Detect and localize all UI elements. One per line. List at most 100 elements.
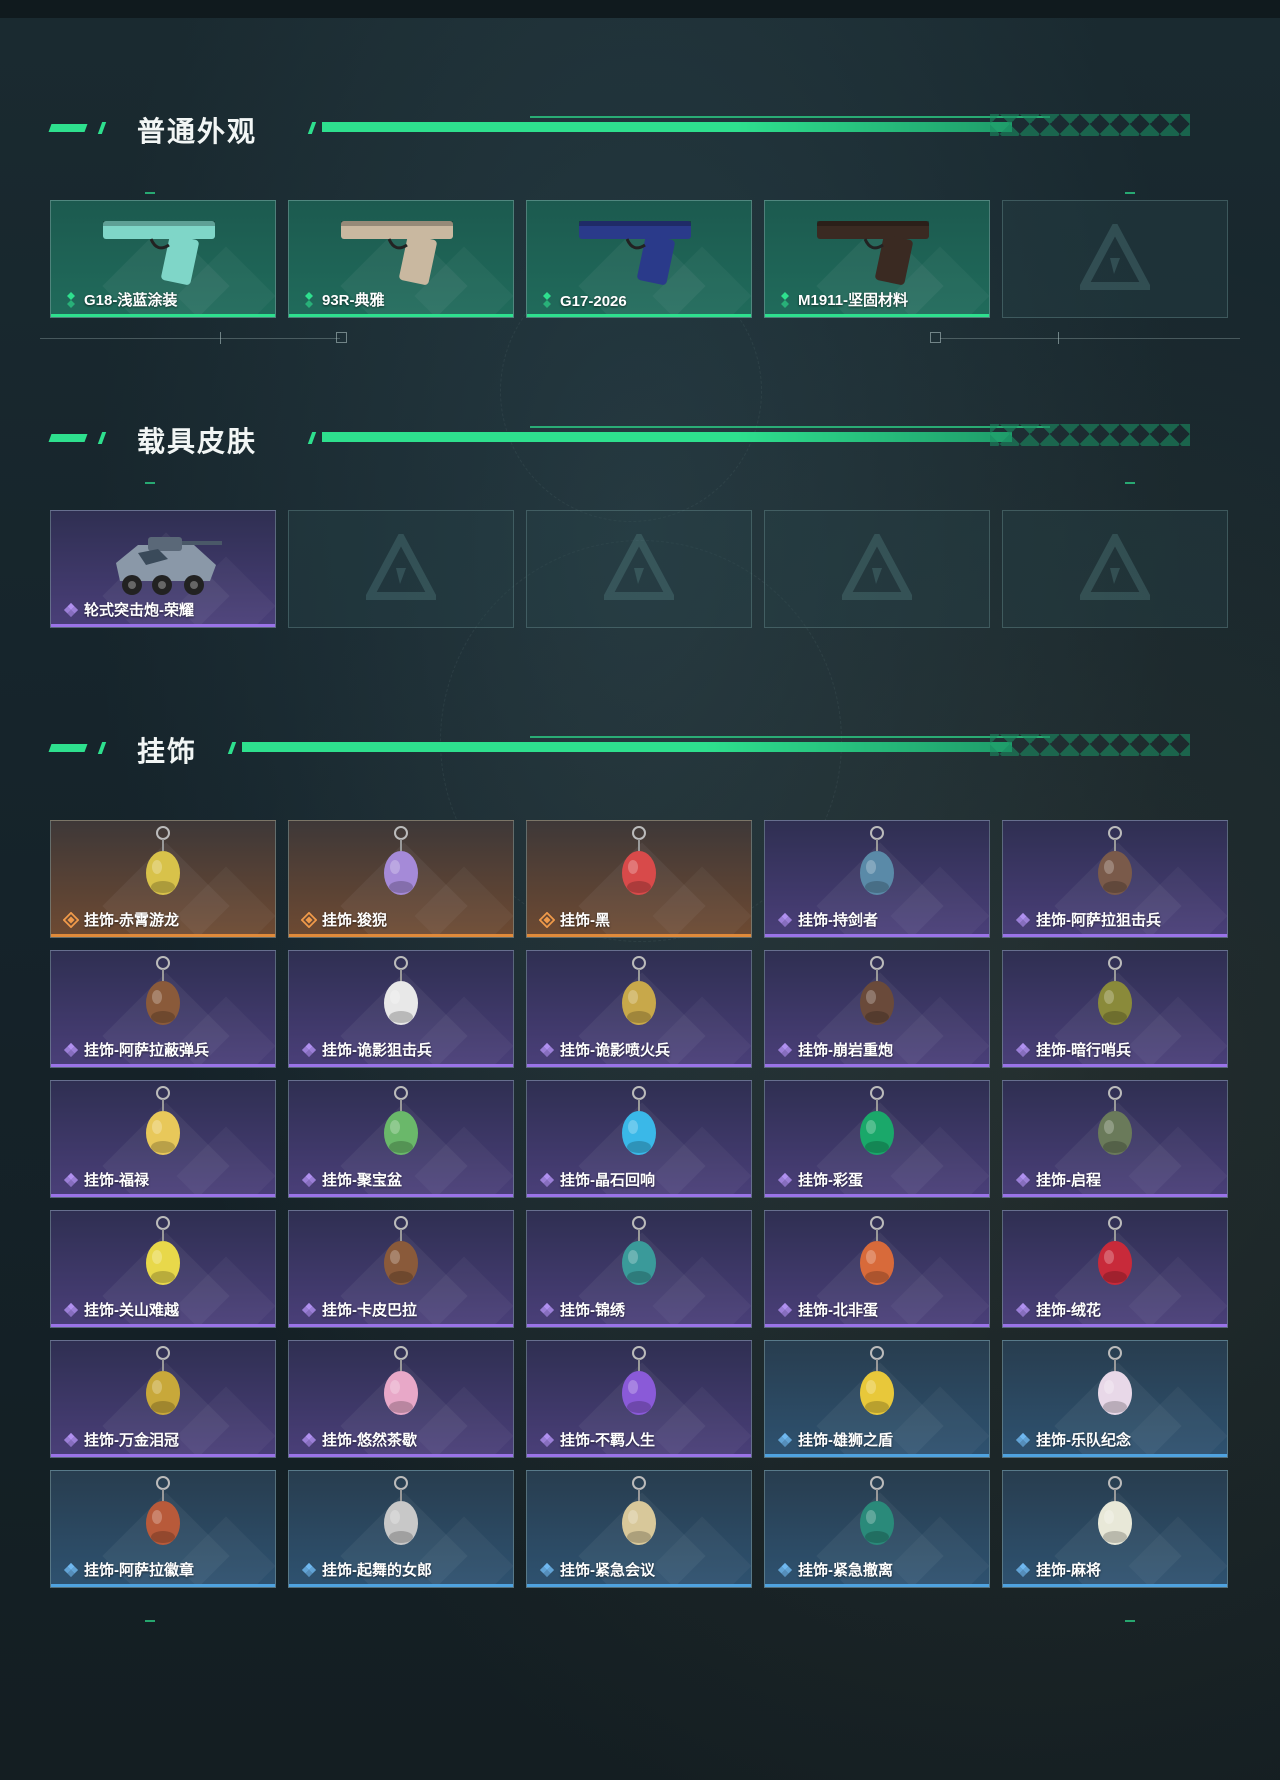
charm-icon — [622, 1216, 656, 1285]
item-label: 挂饰-诡影狙击兵 — [322, 1042, 432, 1059]
rarity-purple-icon — [777, 1172, 793, 1188]
pistol-icon — [341, 221, 453, 285]
rarity-purple-icon — [539, 1042, 555, 1058]
item-card[interactable]: 挂饰-雄狮之盾 — [764, 1340, 990, 1458]
rarity-bar — [765, 1454, 989, 1457]
item-card[interactable]: 挂饰-紧急会议 — [526, 1470, 752, 1588]
charm-icon — [146, 1346, 180, 1415]
charm-icon — [860, 1086, 894, 1155]
rarity-green-icon — [67, 292, 75, 308]
item-card[interactable]: 挂饰-万金泪冠 — [50, 1340, 276, 1458]
item-card[interactable]: 挂饰-聚宝盆 — [288, 1080, 514, 1198]
charm-icon — [146, 1216, 180, 1285]
item-card[interactable]: 挂饰-暗行哨兵 — [1002, 950, 1228, 1068]
header-dash — [48, 124, 88, 132]
rarity-purple-icon — [539, 1432, 555, 1448]
rarity-bar — [527, 1194, 751, 1197]
rarity-orange-icon — [63, 912, 79, 928]
item-label: 挂饰-启程 — [1036, 1172, 1101, 1189]
charm-icon — [1098, 1086, 1132, 1155]
item-card[interactable]: 挂饰-紧急撤离 — [764, 1470, 990, 1588]
charm-icon — [384, 1216, 418, 1285]
rarity-purple-icon — [301, 1302, 317, 1318]
section-header-skins: 普通外观 — [48, 108, 1200, 148]
corner-mark — [145, 1620, 155, 1622]
item-label: 挂饰-麻将 — [1036, 1562, 1101, 1579]
item-label: 挂饰-乐队纪念 — [1036, 1432, 1131, 1449]
item-card[interactable]: 挂饰-诡影狙击兵 — [288, 950, 514, 1068]
charm-icon — [622, 956, 656, 1025]
item-card[interactable]: 挂饰-启程 — [1002, 1080, 1228, 1198]
item-card[interactable]: 挂饰-不羁人生 — [526, 1340, 752, 1458]
item-card[interactable]: 挂饰-绒花 — [1002, 1210, 1228, 1328]
rarity-purple-icon — [1015, 912, 1031, 928]
item-card[interactable]: 挂饰-持剑者 — [764, 820, 990, 938]
charm-icon — [1098, 1476, 1132, 1545]
charm-icon — [384, 956, 418, 1025]
item-label: 挂饰-持剑者 — [798, 912, 878, 929]
item-label: G17-2026 — [560, 293, 627, 310]
rarity-purple-icon — [63, 1302, 79, 1318]
charm-icon — [622, 1346, 656, 1415]
item-label: 挂饰-彩蛋 — [798, 1172, 863, 1189]
item-card[interactable]: 挂饰-北非蛋 — [764, 1210, 990, 1328]
header-dash — [48, 434, 88, 442]
item-card[interactable]: 挂饰-阿萨拉徽章 — [50, 1470, 276, 1588]
charm-icon — [860, 1346, 894, 1415]
charm-icon — [384, 1086, 418, 1155]
header-thin-line — [530, 426, 1050, 428]
charm-icon — [860, 1476, 894, 1545]
rarity-bar — [1003, 1194, 1227, 1197]
rarity-blue-icon — [539, 1562, 555, 1578]
item-card[interactable]: 挂饰-崩岩重炮 — [764, 950, 990, 1068]
header-dash — [97, 122, 107, 134]
rarity-orange-icon — [301, 912, 317, 928]
item-card[interactable]: 挂饰-黑 — [526, 820, 752, 938]
header-dash — [48, 744, 88, 752]
rarity-bar — [289, 1584, 513, 1587]
item-card[interactable]: G18-浅蓝涂装 — [50, 200, 276, 318]
item-card[interactable]: 挂饰-锦绣 — [526, 1210, 752, 1328]
rarity-bar — [51, 1454, 275, 1457]
header-line — [322, 122, 1012, 132]
charm-icon — [860, 826, 894, 895]
rarity-blue-icon — [301, 1562, 317, 1578]
item-card[interactable]: 挂饰-乐队纪念 — [1002, 1340, 1228, 1458]
header-dash — [97, 432, 107, 444]
item-card[interactable]: 93R-典雅 — [288, 200, 514, 318]
item-card[interactable]: 挂饰-福禄 — [50, 1080, 276, 1198]
rarity-purple-icon — [63, 1172, 79, 1188]
item-label: 挂饰-绒花 — [1036, 1302, 1101, 1319]
rarity-bar — [51, 624, 275, 627]
item-label: 挂饰-起舞的女郎 — [322, 1562, 432, 1579]
item-card[interactable]: 挂饰-赤霄游龙 — [50, 820, 276, 938]
empty-slot — [1002, 510, 1228, 628]
section-title: 普通外观 — [137, 116, 258, 147]
item-label: 挂饰-锦绣 — [560, 1302, 625, 1319]
corner-mark — [145, 192, 155, 194]
rarity-bar — [51, 314, 275, 317]
item-card[interactable]: 轮式突击炮-荣耀 — [50, 510, 276, 628]
item-card[interactable]: 挂饰-起舞的女郎 — [288, 1470, 514, 1588]
header-thin-line — [530, 736, 1050, 738]
item-card[interactable]: 挂饰-晶石回响 — [526, 1080, 752, 1198]
item-card[interactable]: 挂饰-卡皮巴拉 — [288, 1210, 514, 1328]
item-card[interactable]: 挂饰-诡影喷火兵 — [526, 950, 752, 1068]
item-card[interactable]: 挂饰-阿萨拉蔽弹兵 — [50, 950, 276, 1068]
rarity-purple-icon — [63, 1432, 79, 1448]
rarity-purple-icon — [777, 1302, 793, 1318]
charm-icon — [146, 956, 180, 1025]
rarity-green-icon — [305, 292, 313, 308]
item-card[interactable]: 挂饰-彩蛋 — [764, 1080, 990, 1198]
item-card[interactable]: G17-2026 — [526, 200, 752, 318]
item-card[interactable]: 挂饰-狻猊 — [288, 820, 514, 938]
item-card[interactable]: 挂饰-麻将 — [1002, 1470, 1228, 1588]
item-card[interactable]: 挂饰-阿萨拉狙击兵 — [1002, 820, 1228, 938]
item-card[interactable]: M1911-坚固材料 — [764, 200, 990, 318]
rarity-blue-icon — [63, 1562, 79, 1578]
item-card[interactable]: 挂饰-关山难越 — [50, 1210, 276, 1328]
pistol-icon — [579, 221, 691, 285]
charm-icon — [384, 1346, 418, 1415]
item-card[interactable]: 挂饰-悠然茶歇 — [288, 1340, 514, 1458]
pistol-icon — [817, 221, 929, 285]
